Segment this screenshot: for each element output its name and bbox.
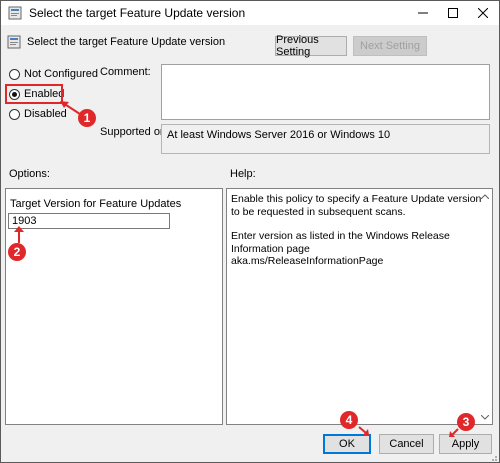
chevron-up-icon [481, 193, 489, 199]
policy-icon [8, 6, 22, 20]
enabled-highlight-box [5, 84, 63, 104]
maximize-icon [448, 8, 458, 18]
target-version-label: Target Version for Feature Updates [10, 198, 182, 210]
help-panel: Enable this policy to specify a Feature … [226, 188, 493, 425]
help-text: Enable this policy to specify a Feature … [231, 193, 493, 280]
supported-on-value: At least Windows Server 2016 or Windows … [167, 129, 391, 141]
help-link-text: aka.ms/ReleaseInformationPage [231, 255, 384, 267]
supported-on-box: At least Windows Server 2016 or Windows … [161, 124, 490, 154]
cancel-button[interactable]: Cancel [379, 434, 434, 454]
next-setting-button[interactable]: Next Setting [353, 36, 427, 56]
resize-grip-icon[interactable] [488, 452, 498, 462]
arrow-4-icon [358, 426, 369, 435]
step-marker-2: 2 [8, 243, 26, 261]
minimize-button[interactable] [408, 1, 438, 25]
maximize-button[interactable] [438, 1, 468, 25]
target-version-input[interactable]: 1903 [8, 213, 170, 229]
chevron-down-icon [481, 414, 489, 420]
apply-button[interactable]: Apply [439, 434, 492, 454]
arrow-3-icon [449, 428, 459, 437]
step-marker-1: 1 [78, 109, 96, 127]
setting-icon [7, 35, 21, 49]
scroll-down-button[interactable] [479, 411, 491, 423]
supported-on-label: Supported on: [100, 126, 170, 138]
ok-button[interactable]: OK [323, 434, 371, 454]
policy-dialog: Select the target Feature Update version… [0, 0, 500, 463]
window-title: Select the target Feature Update version [29, 6, 246, 20]
radio-label: Not Configured [24, 68, 98, 80]
radio-not-configured[interactable]: Not Configured [9, 68, 98, 80]
help-paragraph-2: Enter version as listed in the Windows R… [231, 230, 493, 268]
radio-indicator [9, 68, 20, 80]
step-marker-4: 4 [340, 411, 358, 429]
options-panel: Target Version for Feature Updates 1903 [5, 188, 223, 425]
comment-textarea[interactable] [161, 64, 490, 120]
help-paragraph-2-line-1: Enter version as listed in the Windows R… [231, 230, 450, 255]
comment-label: Comment: [100, 66, 151, 78]
arrow-2-icon [14, 226, 24, 243]
close-button[interactable] [468, 1, 498, 25]
minimize-icon [418, 12, 428, 14]
title-bar: Select the target Feature Update version [1, 1, 499, 25]
help-label: Help: [230, 168, 256, 180]
setting-title: Select the target Feature Update version [27, 36, 226, 48]
radio-indicator [9, 108, 20, 120]
options-label: Options: [9, 168, 50, 180]
help-paragraph-1: Enable this policy to specify a Feature … [231, 193, 482, 218]
previous-setting-button[interactable]: Previous Setting [275, 34, 347, 58]
close-icon [478, 8, 488, 18]
scroll-up-button[interactable] [479, 190, 491, 202]
